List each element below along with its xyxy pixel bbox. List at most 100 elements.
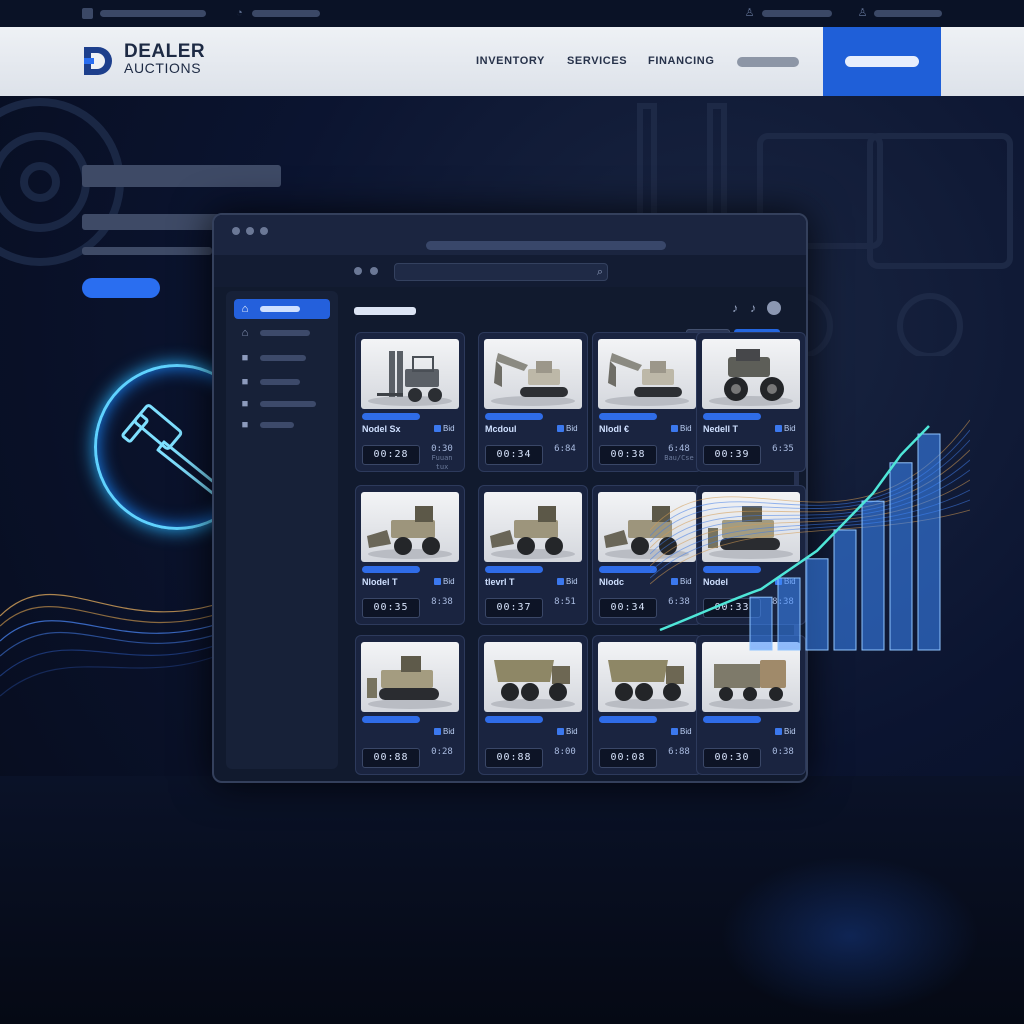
- bell-icon[interactable]: ♪: [732, 301, 738, 315]
- bid-label: Bid: [443, 577, 455, 586]
- sidebar-item[interactable]: ■: [234, 415, 330, 435]
- listing-photo[interactable]: [484, 642, 582, 712]
- current-bid-amount: 0:28: [431, 747, 453, 757]
- sidebar-item[interactable]: ⌂: [234, 323, 330, 343]
- nav-link-financing[interactable]: FINANCING: [648, 55, 715, 67]
- window-titlebar: [214, 215, 806, 255]
- window-control-dot[interactable]: [246, 227, 254, 235]
- bid-button[interactable]: Bid: [557, 577, 578, 586]
- dealer-auctions-logo-icon[interactable]: [82, 44, 116, 78]
- bulldozer-image: [367, 656, 452, 709]
- listing-photo[interactable]: [361, 642, 459, 712]
- nav-link-inventory[interactable]: INVENTORY: [476, 55, 545, 67]
- listing-photo[interactable]: [361, 492, 459, 562]
- listing-title-bar: [362, 413, 420, 420]
- sidebar-item-label-placeholder: [260, 379, 300, 385]
- listing-card[interactable]: Nlodel T Bid 00:35 8:38: [355, 485, 465, 625]
- listing-title-bar: [485, 716, 543, 723]
- listing-title-bar: [599, 566, 657, 573]
- window-control-dot[interactable]: [260, 227, 268, 235]
- search-icon[interactable]: ⌕: [597, 264, 603, 280]
- current-bid-amount: 8:00: [554, 747, 576, 757]
- bid-label: Bid: [680, 727, 692, 736]
- grid-icon: ■: [241, 419, 249, 431]
- countdown-timer: 00:28: [362, 445, 420, 465]
- window-toolbar: ⌕: [214, 255, 806, 287]
- countdown-timer: 00:38: [599, 445, 657, 465]
- listing-model-name: Nlodc: [599, 577, 625, 587]
- listing-card[interactable]: Mcdoul Bid 00:34 6:84: [478, 332, 588, 472]
- countdown-timer: 00:30: [703, 748, 761, 768]
- toolbar-dot[interactable]: [354, 267, 362, 275]
- current-bid-value: 6:84: [549, 445, 581, 463]
- hero-cta-button[interactable]: [82, 278, 160, 298]
- bid-gavel-icon: [434, 728, 441, 736]
- growth-bar: [889, 462, 913, 651]
- user-icon[interactable]: ♙: [743, 7, 756, 20]
- nav-link-services[interactable]: SERVICES: [567, 55, 627, 67]
- current-bid-amount: 0:30: [431, 444, 453, 454]
- sidebar-item[interactable]: ■: [234, 372, 330, 392]
- nav-cta-button[interactable]: [823, 27, 941, 96]
- current-bid-amount: 8:38: [431, 597, 453, 607]
- grid-icon: ■: [241, 398, 249, 410]
- growth-bar: [861, 500, 885, 651]
- current-bid-value: 8:51: [549, 598, 581, 616]
- listing-photo[interactable]: [484, 339, 582, 409]
- countdown-timer: 00:37: [485, 598, 543, 618]
- growth-chart-graphic: [650, 419, 970, 651]
- toolbar-dot[interactable]: [370, 267, 378, 275]
- sidebar-item[interactable]: ■: [234, 348, 330, 368]
- nav-cta-label-placeholder: [845, 56, 919, 67]
- bid-gavel-icon: [434, 425, 441, 433]
- bid-button[interactable]: Bid: [557, 424, 578, 433]
- utility-link-placeholder[interactable]: [762, 10, 832, 17]
- brand-name-line1: DEALER: [124, 41, 206, 62]
- listing-title-bar: [485, 566, 543, 573]
- listing-model-name: Mcdoul: [485, 424, 517, 434]
- listing-photo[interactable]: [361, 339, 459, 409]
- hero-heading-placeholder: [82, 165, 281, 187]
- bid-gavel-icon: [775, 728, 782, 736]
- person-icon[interactable]: ♙: [856, 7, 869, 20]
- menu-square-icon[interactable]: [82, 8, 93, 19]
- growth-bar: [749, 596, 773, 651]
- listing-card[interactable]: Bid 00:88 0:28: [355, 635, 465, 775]
- bid-gavel-icon: [557, 425, 564, 433]
- nav-link-placeholder[interactable]: [737, 57, 799, 67]
- bid-button[interactable]: Bid: [434, 577, 455, 586]
- address-bar-placeholder[interactable]: [426, 241, 666, 250]
- listing-title-bar: [485, 413, 543, 420]
- current-bid-amount: 8:51: [554, 597, 576, 607]
- listing-card[interactable]: Nodel Sx Bid 00:28 0:30 Fuuan tux: [355, 332, 465, 472]
- grid-icon: ■: [241, 352, 249, 364]
- countdown-timer: 00:35: [362, 598, 420, 618]
- avatar[interactable]: [767, 301, 781, 315]
- listing-title-bar: [599, 413, 657, 420]
- listing-model-name: tlevrl T: [485, 577, 515, 587]
- clock-icon[interactable]: ◔: [233, 7, 246, 20]
- sidebar-item-home[interactable]: ⌂: [234, 299, 330, 319]
- utility-link-placeholder[interactable]: [252, 10, 320, 17]
- bid-button[interactable]: Bid: [557, 727, 578, 736]
- current-bid-amount: 6:88: [668, 747, 690, 757]
- countdown-timer: 00:08: [599, 748, 657, 768]
- floor-glow: [720, 856, 980, 1016]
- utility-link-placeholder[interactable]: [100, 10, 206, 17]
- sidebar-item[interactable]: ■: [234, 394, 330, 414]
- bell-icon[interactable]: ♪: [750, 301, 756, 315]
- brand-wordmark[interactable]: DEALER AUCTIONS: [124, 41, 206, 77]
- growth-bar: [833, 529, 857, 651]
- window-control-dot[interactable]: [232, 227, 240, 235]
- bid-label: Bid: [784, 727, 796, 736]
- listing-card[interactable]: tlevrl T Bid 00:37 8:51: [478, 485, 588, 625]
- listing-card[interactable]: Bid 00:88 8:00: [478, 635, 588, 775]
- bid-button[interactable]: Bid: [434, 727, 455, 736]
- home-icon: ⌂: [241, 303, 249, 315]
- utility-link-placeholder[interactable]: [874, 10, 942, 17]
- listing-photo[interactable]: [484, 492, 582, 562]
- search-input[interactable]: ⌕: [394, 263, 608, 281]
- bid-button[interactable]: Bid: [775, 727, 796, 736]
- bid-button[interactable]: Bid: [671, 727, 692, 736]
- bid-button[interactable]: Bid: [434, 424, 455, 433]
